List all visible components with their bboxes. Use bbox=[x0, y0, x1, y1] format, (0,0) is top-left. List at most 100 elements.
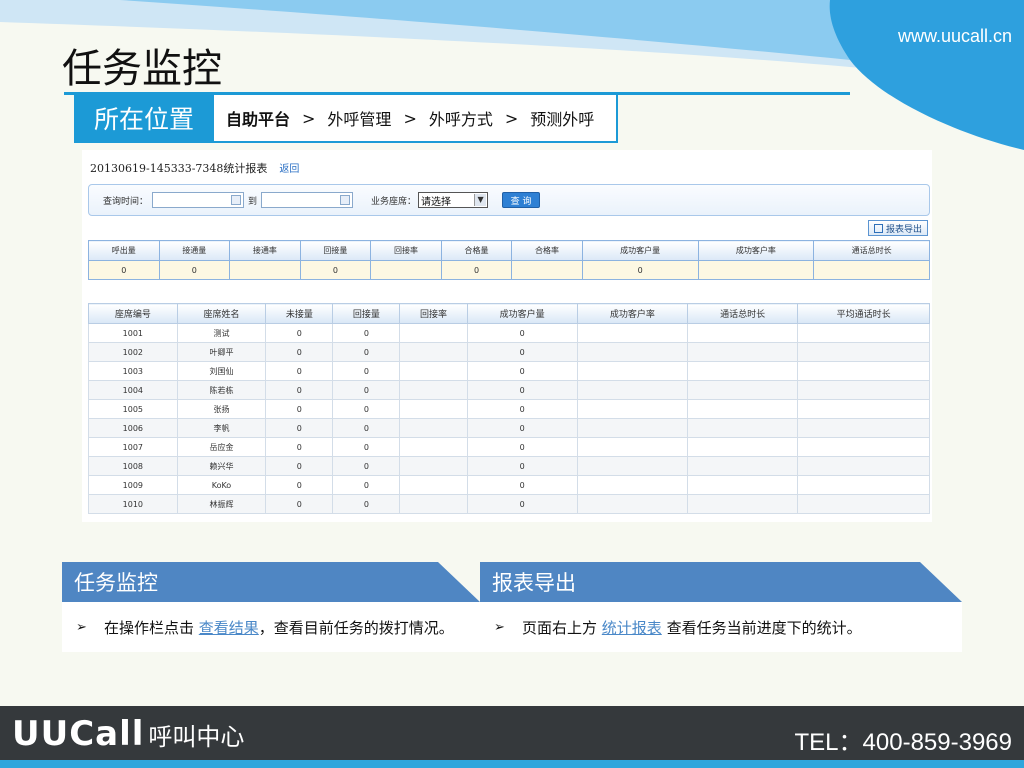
table-cell bbox=[797, 361, 930, 381]
table-cell bbox=[686, 475, 799, 495]
info-box-body: ➢ 页面右上方 统计报表 查看任务当前进度下的统计。 bbox=[480, 602, 962, 652]
table-cell: 0 bbox=[332, 418, 401, 438]
summary-header: 合格量 bbox=[440, 240, 513, 261]
agent-stats-table: 座席编号 座席姓名 未接量 回接量 回接率 成功客户量 成功客户率 通话总时长 … bbox=[88, 303, 930, 514]
table-cell bbox=[797, 494, 930, 514]
table-cell: 赖兴华 bbox=[176, 456, 267, 476]
table-cell: 刘国仙 bbox=[176, 361, 267, 381]
table-row: 1006 李帆 0 0 0 bbox=[88, 418, 930, 438]
report-title: 20130619-145333-7348统计报表 bbox=[90, 162, 268, 175]
summary-header: 回接率 bbox=[370, 240, 442, 261]
table-cell bbox=[576, 475, 688, 495]
agent-select[interactable]: 请选择 ▼ bbox=[418, 192, 489, 208]
summary-cell: 0 bbox=[440, 260, 513, 280]
chevron-down-icon[interactable]: ▼ bbox=[474, 194, 487, 206]
table-cell: 0 bbox=[265, 380, 334, 400]
table-cell: 0 bbox=[466, 323, 578, 343]
agent-select-label: 业务座席： bbox=[371, 196, 417, 207]
location-breadcrumb-box: 所在位置 自助平台 > 外呼管理 > 外呼方式 > 预测外呼 bbox=[74, 95, 618, 143]
table-cell bbox=[686, 494, 799, 514]
table-row: 1009 KoKo 0 0 0 bbox=[88, 475, 930, 495]
table-cell: 0 bbox=[265, 456, 334, 476]
start-date-input[interactable] bbox=[152, 192, 245, 208]
table-cell bbox=[686, 437, 799, 457]
table-row: 1010 林振辉 0 0 0 bbox=[88, 494, 930, 514]
agent-header: 座席编号 bbox=[88, 303, 178, 324]
breadcrumb-separator: > bbox=[504, 108, 519, 128]
info-box-body: ➢ 在操作栏点击 查看结果，查看目前任务的拨打情况。 bbox=[62, 602, 480, 652]
agent-header: 通话总时长 bbox=[686, 303, 799, 324]
table-cell: 0 bbox=[332, 380, 401, 400]
table-cell bbox=[399, 494, 468, 514]
table-cell: 1004 bbox=[88, 380, 178, 400]
bullet-arrow-icon: ➢ bbox=[76, 620, 87, 635]
info-text-after: ，查看目前任务的拨打情况。 bbox=[258, 619, 454, 637]
stat-report-link[interactable]: 统计报表 bbox=[602, 619, 662, 637]
calendar-icon[interactable] bbox=[231, 195, 242, 205]
table-cell bbox=[399, 418, 468, 438]
table-row: 1001 测试 0 0 0 bbox=[88, 323, 930, 343]
agent-header: 座席姓名 bbox=[176, 303, 267, 324]
agent-header: 回接量 bbox=[332, 303, 401, 324]
breadcrumb-item[interactable]: 外呼管理 bbox=[327, 106, 391, 130]
table-cell bbox=[576, 418, 688, 438]
table-cell: 0 bbox=[265, 399, 334, 419]
end-date-input[interactable] bbox=[261, 192, 354, 208]
breadcrumb-item[interactable]: 预测外呼 bbox=[530, 106, 594, 130]
breadcrumb-separator: > bbox=[403, 108, 417, 128]
table-cell: 0 bbox=[265, 437, 334, 457]
summary-header: 回接量 bbox=[299, 240, 372, 261]
site-url[interactable]: www.uucall.cn bbox=[898, 26, 1012, 47]
table-cell: 陈若栋 bbox=[176, 380, 267, 400]
query-button[interactable]: 查 询 bbox=[502, 192, 541, 208]
table-cell: 1005 bbox=[88, 399, 178, 419]
table-cell bbox=[399, 361, 468, 381]
agent-select-value: 请选择 bbox=[421, 196, 452, 208]
export-icon bbox=[873, 223, 883, 233]
table-cell: 0 bbox=[332, 494, 401, 514]
table-cell: 李帆 bbox=[176, 418, 267, 438]
summary-header: 呼出量 bbox=[88, 240, 160, 261]
table-cell bbox=[399, 380, 468, 400]
table-cell: 岳应金 bbox=[176, 437, 267, 457]
footer-accent-line bbox=[0, 760, 1024, 768]
query-bar: 查询时间： 到 业务座席： 请选择 ▼ 查 询 bbox=[88, 184, 930, 216]
breadcrumb-item[interactable]: 外呼方式 bbox=[429, 106, 493, 130]
table-cell: KoKo bbox=[176, 475, 267, 495]
table-cell: 0 bbox=[332, 475, 401, 495]
table-row: 1005 张扬 0 0 0 bbox=[88, 399, 930, 419]
table-cell bbox=[576, 456, 688, 476]
table-cell bbox=[797, 342, 930, 362]
info-text-before: 页面右上方 bbox=[522, 619, 602, 637]
table-cell bbox=[576, 361, 688, 381]
table-row: 1007 岳应金 0 0 0 bbox=[88, 437, 930, 457]
table-cell: 张扬 bbox=[176, 399, 267, 419]
info-box-title: 任务监控 bbox=[62, 562, 480, 602]
summary-header: 接通量 bbox=[158, 240, 231, 261]
breadcrumb-item[interactable]: 自助平台 bbox=[226, 106, 290, 130]
view-result-link[interactable]: 查看结果 bbox=[199, 619, 259, 637]
back-link[interactable]: 返回 bbox=[279, 160, 299, 175]
breadcrumb-separator: > bbox=[302, 108, 316, 128]
summary-cell: 0 bbox=[299, 260, 372, 280]
agent-header: 回接率 bbox=[399, 303, 468, 324]
info-text-before: 在操作栏点击 bbox=[104, 619, 199, 637]
telephone-number: TEL：400-859-3969 bbox=[794, 729, 1012, 756]
table-cell bbox=[686, 342, 799, 362]
table-cell: 0 bbox=[466, 380, 578, 400]
table-cell bbox=[576, 437, 688, 457]
table-cell: 0 bbox=[332, 323, 401, 343]
table-cell bbox=[686, 380, 799, 400]
table-cell: 0 bbox=[332, 437, 401, 457]
table-cell: 0 bbox=[265, 494, 334, 514]
export-report-button[interactable]: 报表导出 bbox=[868, 220, 928, 236]
bullet-arrow-icon: ➢ bbox=[494, 620, 505, 635]
summary-header: 通话总时长 bbox=[813, 240, 930, 261]
table-cell: 叶卿平 bbox=[176, 342, 267, 362]
summary-cell: 0 bbox=[581, 260, 699, 280]
calendar-icon[interactable] bbox=[340, 195, 351, 205]
summary-cell bbox=[813, 260, 930, 280]
table-cell: 1009 bbox=[88, 475, 178, 495]
table-cell bbox=[399, 323, 468, 343]
brand-subtitle: 呼叫中心 bbox=[148, 723, 245, 751]
